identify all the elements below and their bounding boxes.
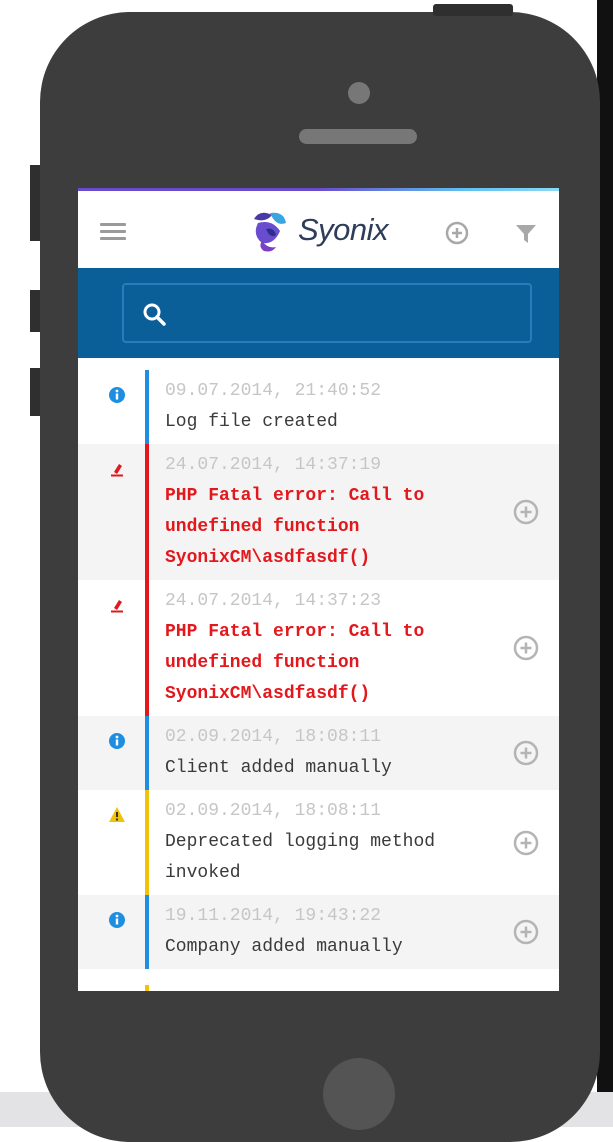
brand: Syonix [244,205,389,255]
error-icon [111,600,123,613]
plus-circle-icon[interactable] [445,221,469,245]
log-message: Company added manually [165,937,403,957]
log-entry-text: 02.09.2014, 18:08:11 Client added manuall… [165,716,485,790]
warning-icon [109,807,125,822]
log-entry[interactable]: 09.07.2014, 21:40:52 Log file created [78,370,559,444]
log-entry[interactable]: 02.09.2014, 18:08:11 Deprecated logging m… [78,790,559,895]
info-icon [109,387,125,403]
severity-stripe [145,716,149,790]
log-entry-text: 02.09.2014, 18:08:11 Deprecated logging m… [165,790,485,895]
log-entry[interactable]: 24.07.2014, 14:37:19 PHP Fatal error: Cal… [78,444,559,580]
expand-entry-icon[interactable] [513,635,539,661]
expand-entry-icon[interactable] [513,830,539,856]
severity-stripe [145,895,149,969]
log-timestamp: 09.07.2014, 21:40:52 [165,381,382,401]
error-icon [111,464,123,477]
info-icon [109,912,125,928]
search-field[interactable] [122,283,532,343]
mute-switch [30,165,40,241]
search-input[interactable] [180,295,524,333]
log-message: Client added manually [165,758,392,778]
log-timestamp: 24.07.2014, 14:37:19 [165,455,382,475]
severity-stripe [145,790,149,895]
expand-entry-icon[interactable] [513,499,539,525]
search-icon [143,303,166,326]
log-timestamp: 02.09.2014, 18:08:11 [165,727,382,747]
severity-stripe [145,580,149,716]
hamburger-icon[interactable] [100,223,126,241]
log-message: Deprecated logging method invoked [165,832,436,883]
log-entry[interactable]: 02.09.2014, 18:08:11 Client added manuall… [78,716,559,790]
info-icon [109,733,125,749]
log-entry[interactable]: 24.07.2014, 14:37:23 PHP Fatal error: Cal… [78,580,559,716]
log-entry-text: 24.07.2014, 14:37:19 PHP Fatal error: Cal… [165,444,485,580]
volume-up-button [30,290,40,332]
severity-stripe [145,444,149,580]
log-entry-text: 19.11.2014, 19:43:22 Company added manual… [165,895,485,969]
log-timestamp: 02.09.2014, 18:08:11 [165,801,382,821]
brand-name: Syonix [298,212,389,247]
funnel-icon[interactable] [515,223,537,245]
app-header: Syonix [78,191,559,268]
volume-down-button [30,368,40,416]
log-timestamp: 19.11.2014, 19:43:22 [165,906,382,926]
log-message: PHP Fatal error: Call to undefined funct… [165,622,425,704]
home-button[interactable] [323,1058,395,1130]
power-button [433,4,513,16]
log-entry-text: 09.07.2014, 21:40:52 Log file created [165,370,485,444]
log-list: 09.07.2014, 21:40:52 Log file created 24.0… [78,370,559,969]
log-timestamp: 24.07.2014, 14:37:23 [165,591,382,611]
front-camera [348,82,370,104]
search-bar [78,268,559,358]
app-screen: Syonix 09.07.2014, 21:40:52 Log file crea… [78,188,559,991]
log-message: PHP Fatal error: Call to undefined funct… [165,486,425,568]
log-message: Log file created [165,412,338,432]
log-entry-text: 24.07.2014, 14:37:23 PHP Fatal error: Cal… [165,580,485,716]
log-entry[interactable]: 19.11.2014, 19:43:22 Company added manual… [78,895,559,969]
expand-entry-icon[interactable] [513,740,539,766]
syonix-logo-icon [254,212,286,252]
severity-stripe [145,370,149,444]
next-entry-stripe [145,985,149,991]
earpiece-speaker [299,129,417,144]
expand-entry-icon[interactable] [513,919,539,945]
